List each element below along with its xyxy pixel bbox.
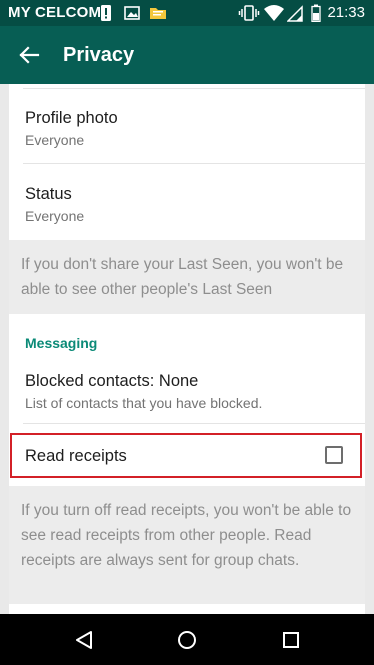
alert-icon	[101, 5, 111, 21]
home-circle-icon[interactable]	[175, 628, 199, 652]
status-setting[interactable]: Status Everyone	[9, 164, 365, 240]
status-bar: MY CELCOM 21:33	[0, 0, 374, 26]
read-receipts-setting[interactable]: Read receipts	[9, 434, 365, 477]
blocked-contacts-setting[interactable]: Blocked contacts: None List of contacts …	[9, 359, 365, 423]
settings-list: Profile photo Everyone Status Everyone I…	[9, 84, 365, 614]
read-receipts-checkbox[interactable]	[325, 446, 343, 464]
setting-title: Blocked contacts: None	[25, 372, 199, 390]
page-title: Privacy	[63, 44, 135, 66]
clock: 21:33	[327, 4, 365, 21]
divider	[23, 423, 365, 424]
setting-subtitle: List of contacts that you have blocked.	[25, 395, 263, 411]
wifi-icon	[264, 5, 284, 21]
profile-photo-setting[interactable]: Profile photo Everyone	[9, 89, 365, 162]
arrow-back-icon[interactable]	[18, 44, 40, 66]
back-triangle-icon[interactable]	[72, 628, 96, 652]
setting-title: Status	[25, 185, 72, 203]
setting-title: Read receipts	[25, 447, 127, 465]
folder-icon	[150, 8, 166, 19]
setting-value: Everyone	[25, 132, 85, 148]
battery-icon	[311, 4, 321, 22]
carrier-name: MY CELCOM	[8, 4, 102, 21]
recents-square-icon[interactable]	[279, 628, 303, 652]
read-receipts-info: If you turn off read receipts, you won't…	[9, 486, 365, 604]
setting-title: Profile photo	[25, 109, 118, 127]
messaging-section-header: Messaging	[25, 335, 98, 351]
last-seen-info: If you don't share your Last Seen, you w…	[9, 240, 365, 314]
app-bar: Privacy	[0, 26, 374, 84]
navigation-bar	[0, 614, 374, 665]
setting-value: Everyone	[25, 208, 85, 224]
vibrate-icon	[238, 5, 260, 21]
signal-icon	[287, 5, 303, 22]
image-icon	[124, 6, 140, 20]
